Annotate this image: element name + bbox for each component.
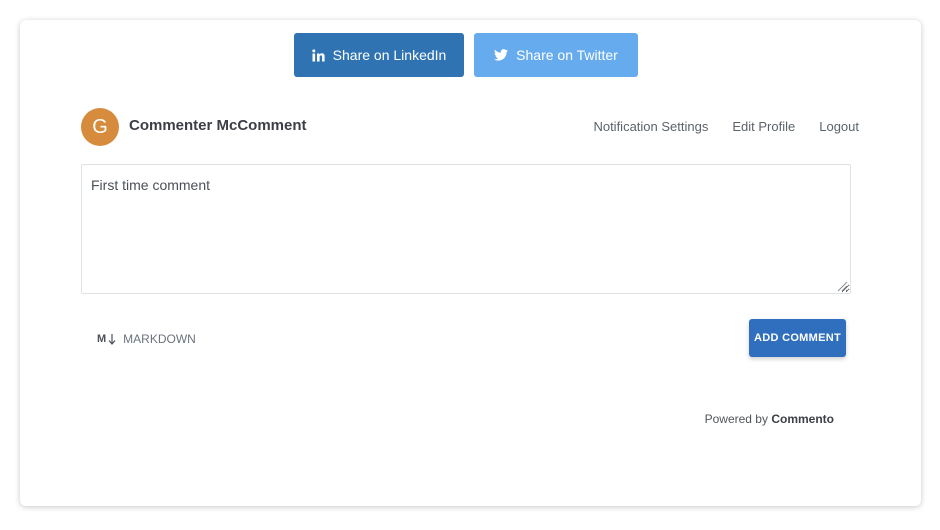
user-name: Commenter McComment [129, 117, 307, 134]
linkedin-icon [311, 48, 325, 62]
powered-by: Powered by Commento [705, 412, 834, 426]
powered-by-brand[interactable]: Commento [771, 412, 834, 426]
share-linkedin-button[interactable]: Share on LinkedIn [294, 33, 464, 77]
logout-link[interactable]: Logout [819, 119, 859, 134]
markdown-label: MARKDOWN [123, 332, 196, 346]
edit-profile-link[interactable]: Edit Profile [732, 119, 795, 134]
markdown-toggle[interactable]: M MARKDOWN [97, 332, 196, 346]
add-comment-button[interactable]: ADD COMMENT [749, 319, 846, 357]
resize-handle-icon[interactable] [836, 279, 848, 292]
comment-widget-card: Share on LinkedIn Share on Twitter G Com… [20, 20, 921, 506]
powered-by-prefix: Powered by [704, 412, 768, 426]
share-twitter-label: Share on Twitter [516, 47, 618, 63]
share-linkedin-label: Share on LinkedIn [332, 47, 447, 63]
avatar: G [81, 108, 119, 146]
user-links: Notification Settings Edit Profile Logou… [593, 119, 859, 134]
comment-textarea[interactable]: First time comment [81, 164, 851, 294]
markdown-icon: M [97, 333, 116, 345]
notification-settings-link[interactable]: Notification Settings [593, 119, 708, 134]
share-buttons: Share on LinkedIn Share on Twitter [294, 33, 638, 77]
logged-in-user-bar: G Commenter McComment Notification Setti… [81, 108, 859, 146]
twitter-icon [494, 49, 509, 61]
comment-text: First time comment [91, 177, 211, 193]
markdown-icon-letter: M [97, 333, 107, 345]
share-twitter-button[interactable]: Share on Twitter [474, 33, 638, 77]
